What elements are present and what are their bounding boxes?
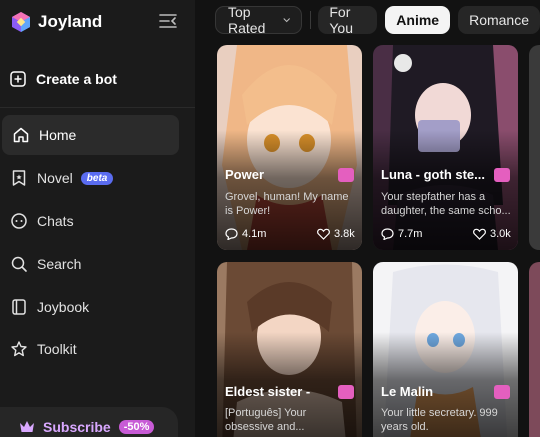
view-count: 4.1m [225,228,266,240]
character-card-partial[interactable] [529,45,540,250]
sort-label: Top Rated [228,4,266,36]
view-count: 7.7m [381,228,422,240]
chevron-down-icon [283,18,291,23]
crown-icon [20,421,34,432]
sidebar-item-toolkit[interactable]: Toolkit [0,329,195,369]
character-portrait [529,262,540,437]
sidebar-item-label: Home [39,127,77,143]
sidebar-item-label: Novel [37,170,73,186]
card-name: Power [225,167,265,182]
subscribe-button[interactable]: Subscribe -50% [0,407,178,437]
card-description: Your stepfather has a daughter, the same… [381,191,511,217]
filter-divider [309,11,311,29]
character-card-partial[interactable] [529,262,540,437]
sidebar-item-search[interactable]: Search [0,244,195,284]
sidebar: Joyland Create a bot Home Novel beta Cha… [0,0,195,437]
tab-romance[interactable]: Romance [458,6,540,34]
sidebar-item-joybook[interactable]: Joybook [0,287,195,327]
gamepad-icon [338,385,354,399]
heart-icon [473,228,486,240]
character-card[interactable]: Power Grovel, human! My name is Power! 4… [217,45,362,250]
sidebar-item-chats[interactable]: Chats [0,201,195,241]
like-count: 3.0k [473,228,511,240]
beta-badge: beta [80,171,114,185]
like-count: 3.8k [317,228,355,240]
sidebar-item-label: Chats [37,213,74,229]
collapse-sidebar-icon[interactable] [158,12,178,30]
chat-bubble-icon [381,228,394,240]
card-description: [Português] Your obsessive and... [225,407,307,433]
card-description: Your little secretary. 999 years old. [381,407,498,433]
bookmark-icon [12,170,26,186]
sidebar-item-novel[interactable]: Novel beta [0,158,195,198]
like-count-value: 3.0k [490,228,511,240]
sidebar-item-home[interactable]: Home [2,115,179,155]
card-description: Grovel, human! My name is Power! [225,191,349,217]
filter-bar: Top Rated For You Anime Romance [215,4,540,36]
create-bot-button[interactable]: Create a bot [0,60,195,98]
character-card[interactable]: Eldest sister - [Português] Your obsessi… [217,262,362,437]
heart-icon [317,228,330,240]
card-name: Le Malin [381,384,434,399]
create-bot-label: Create a bot [36,71,117,87]
gamepad-icon [494,168,510,182]
subscribe-label: Subscribe [43,419,111,435]
character-portrait [529,45,540,250]
character-card[interactable]: Le Malin Your little secretary. 999 year… [373,262,518,437]
brand[interactable]: Joyland [10,10,102,34]
toolkit-icon [11,341,27,357]
chat-icon [11,213,27,229]
tab-for-you[interactable]: For You [318,4,378,36]
card-name: Luna - goth ste... [381,167,485,182]
gamepad-icon [494,385,510,399]
sidebar-divider [0,107,195,108]
view-count-value: 4.1m [242,228,267,240]
gamepad-icon [338,168,354,182]
like-count-value: 3.8k [334,228,355,240]
character-card[interactable]: Luna - goth ste... Your stepfather has a… [373,45,518,250]
book-icon [12,299,26,315]
plus-square-icon [10,71,26,87]
discount-badge: -50% [118,420,155,434]
chat-bubble-icon [225,228,238,240]
card-name: Eldest sister - [225,384,311,399]
home-icon [13,127,29,143]
tab-anime[interactable]: Anime [385,6,451,34]
view-count-value: 7.7m [398,228,423,240]
sidebar-item-label: Joybook [37,299,90,315]
sidebar-item-label: Search [37,256,82,272]
sort-dropdown[interactable]: Top Rated [215,4,302,36]
joyland-logo-icon [12,12,30,32]
sidebar-item-label: Toolkit [37,341,77,357]
search-icon [11,256,27,272]
brand-name: Joyland [38,12,103,31]
